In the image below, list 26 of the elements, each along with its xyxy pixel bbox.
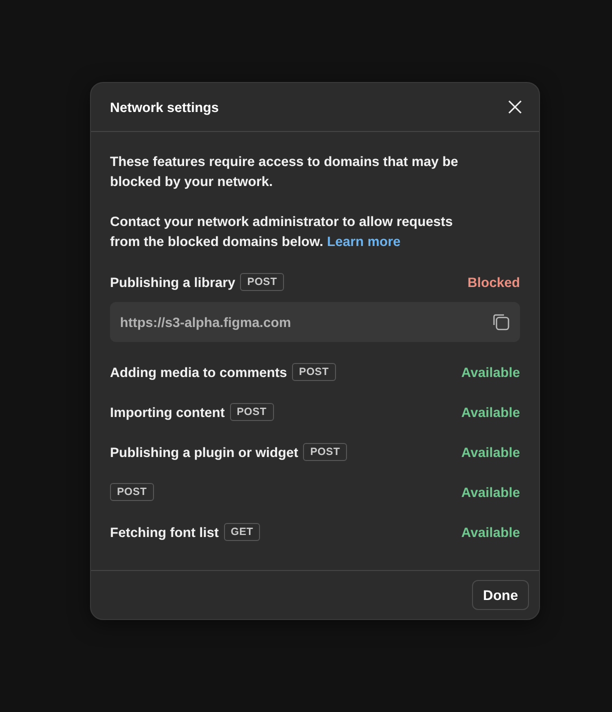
status-label: Available — [461, 524, 520, 540]
feature-name: Publishing a library — [110, 274, 236, 290]
status-label: Available — [461, 484, 520, 500]
feature-name: Importing content — [110, 404, 225, 420]
method-tag: POST — [240, 273, 284, 291]
status-label: Blocked — [467, 274, 520, 290]
close-icon[interactable] — [507, 99, 523, 115]
method-tag: POST — [110, 483, 154, 501]
done-button[interactable]: Done — [472, 580, 529, 610]
method-tag: POST — [230, 403, 274, 421]
method-tag: POST — [303, 443, 348, 461]
feature-name: Publishing a plugin or widget — [110, 444, 298, 460]
method-tag: POST — [292, 363, 336, 381]
intro-text: These features require access to domains that may be blocked by your network. — [110, 153, 460, 191]
feature-name: Fetching font list — [110, 524, 219, 540]
url-field[interactable]: https://s3-alpha.figma.com — [110, 302, 520, 342]
url-text: https://s3-alpha.figma.com — [120, 314, 292, 330]
method-tag: GET — [224, 523, 260, 541]
learn-more-link[interactable]: Learn more — [327, 234, 401, 249]
feature-name: Adding media to comments — [110, 364, 288, 380]
copy-icon[interactable] — [491, 312, 511, 332]
status-label: Available — [461, 404, 520, 420]
dialog-title: Network settings — [110, 100, 219, 114]
instruction-text: Contact your network administrator to allow requests from the blocked domains below. Learn more — [110, 213, 454, 251]
status-label: Available — [461, 444, 520, 460]
status-label: Available — [461, 364, 520, 380]
